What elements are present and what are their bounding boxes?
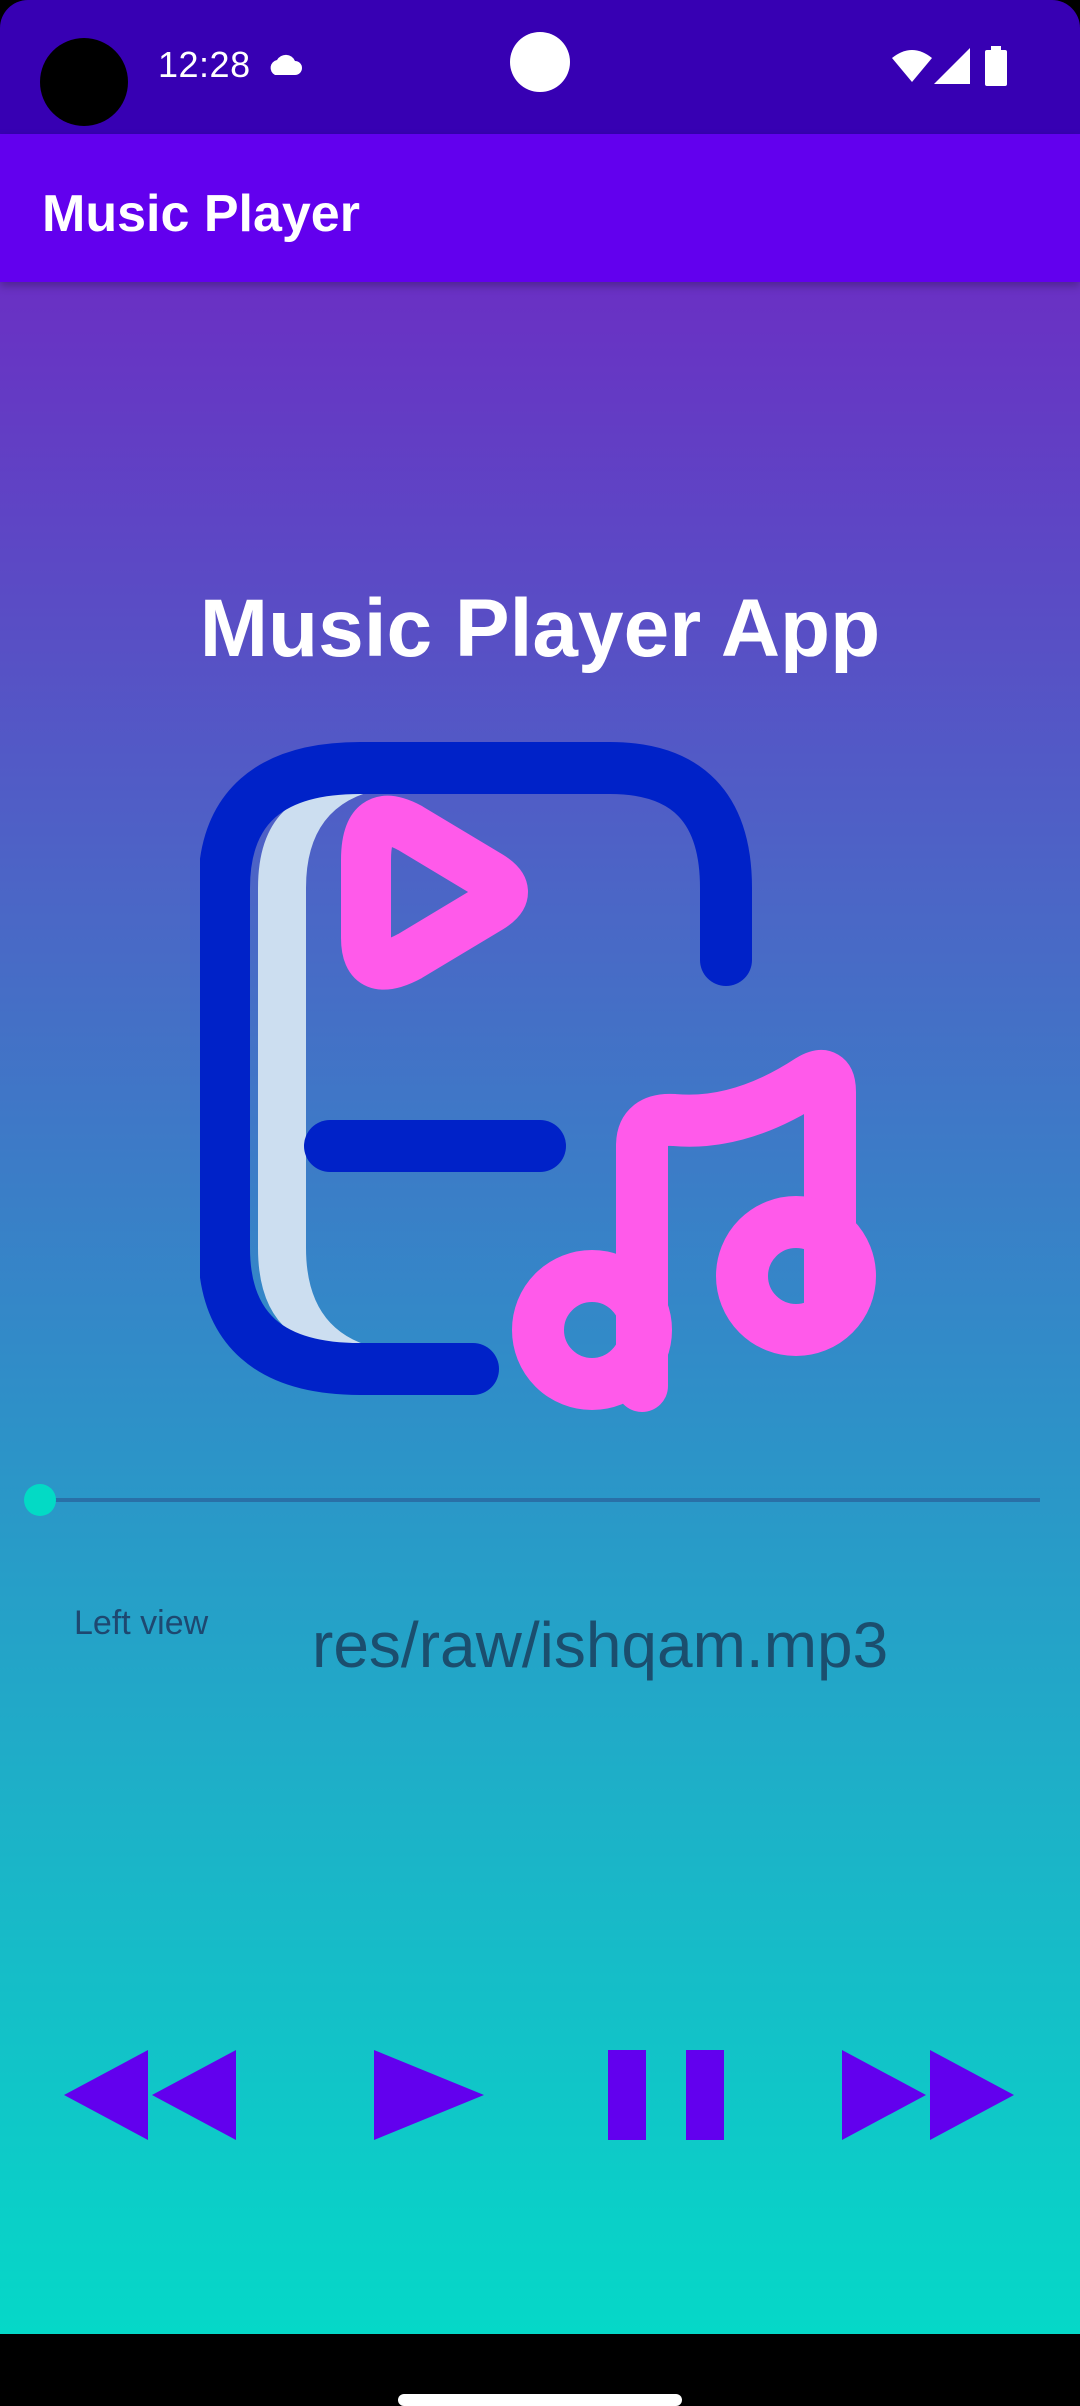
app-bar-title: Music Player	[42, 185, 360, 243]
play-icon	[374, 2050, 484, 2140]
seek-bar[interactable]	[24, 1484, 1040, 1516]
fast-forward-icon	[842, 2050, 1014, 2140]
music-player-logo	[200, 742, 876, 1412]
pause-button[interactable]	[606, 2050, 726, 2140]
camera-cutout	[40, 38, 128, 126]
status-time: 12:28	[158, 44, 251, 85]
cloud-icon	[270, 54, 302, 75]
signal-icon	[934, 48, 970, 84]
page-title: Music Player App	[199, 583, 881, 674]
file-path-label: res/raw/ishqam.mp3	[312, 1609, 889, 1681]
left-view-label: Left view	[74, 1604, 209, 1642]
seek-bar-thumb[interactable]	[24, 1484, 56, 1516]
home-gesture-handle[interactable]	[398, 2394, 682, 2406]
wifi-icon	[892, 50, 932, 82]
pause-icon	[608, 2050, 724, 2140]
play-button[interactable]	[374, 2050, 484, 2140]
main-content: Music Player App Left view res/raw/ishqa…	[0, 282, 1080, 2334]
notification-dot	[510, 32, 570, 92]
fast-forward-button[interactable]	[842, 2050, 1014, 2140]
app-bar: Music Player	[0, 134, 1080, 282]
rewind-icon	[64, 2050, 236, 2140]
navigation-bar	[0, 2334, 1080, 2400]
rewind-button[interactable]	[64, 2050, 236, 2140]
battery-icon	[985, 46, 1007, 86]
status-bar: 12:28	[0, 0, 1080, 134]
